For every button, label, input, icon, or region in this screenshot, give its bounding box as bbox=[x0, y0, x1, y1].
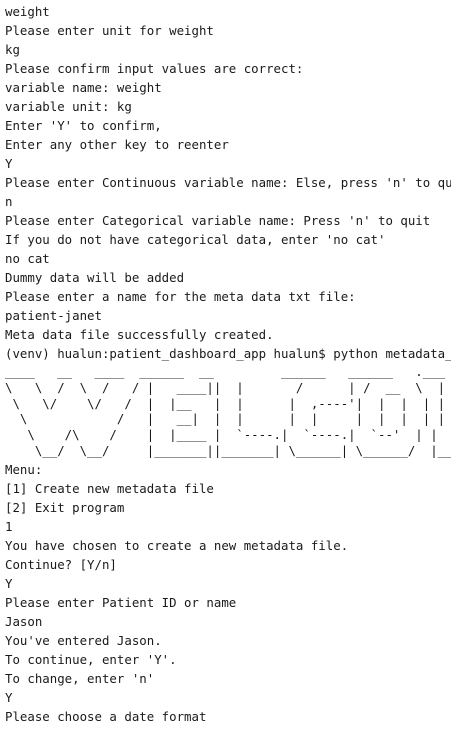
terminal-line: Please confirm input values are correct: bbox=[5, 61, 304, 76]
banner-line: \__/ \__/ |_______||_______| \______| \_… bbox=[34, 442, 451, 458]
terminal-line: If you do not have categorical data, ent… bbox=[5, 232, 386, 247]
terminal-output-after-banner: Menu: [1] Create new metadata file [2] Exi… bbox=[5, 460, 451, 726]
terminal-line: (venv) hualun:patient_dashboard_app hual… bbox=[5, 346, 451, 361]
terminal-output-before-banner: weight Please enter unit for weight kg Plea… bbox=[5, 2, 451, 363]
banner-line: ____ __ ____ ______ __ ______ ______ .__… bbox=[5, 364, 451, 379]
terminal-line: To change, enter 'n' bbox=[5, 670, 155, 686]
terminal-scrollbar[interactable] bbox=[446, 0, 451, 745]
terminal-line: Y bbox=[5, 689, 13, 705]
banner-line: \ \/ \/ / | |__ | | | ,----'| | | | | \ … bbox=[12, 395, 446, 411]
terminal-line: Dummy data will be added bbox=[5, 270, 185, 285]
terminal-line: Y bbox=[5, 156, 13, 171]
terminal-line: Please enter Continuous variable name: E… bbox=[5, 175, 451, 190]
terminal-line: Enter 'Y' to confirm, bbox=[5, 118, 162, 133]
terminal-line: You've entered Jason. bbox=[5, 632, 162, 648]
terminal-line: n bbox=[5, 194, 13, 209]
terminal-line: Continue? [Y/n] bbox=[5, 556, 117, 572]
terminal-line: 1 bbox=[5, 518, 13, 534]
terminal-line: Please enter Categorical variable name: … bbox=[5, 213, 431, 228]
banner-line: \ /\ / | |____ | `----.| `----.| `--' | … bbox=[27, 427, 438, 443]
terminal-line: kg bbox=[5, 42, 20, 57]
terminal-line: no cat bbox=[5, 251, 50, 266]
terminal-line: [1] Create new metadata file bbox=[5, 480, 214, 496]
terminal-line: Please choose a date format bbox=[5, 708, 207, 724]
banner-line: \ \ / \ / / | ____|| | / | / __ \ | \/ | bbox=[5, 379, 446, 395]
terminal-line: [2] Exit program bbox=[5, 499, 125, 515]
terminal-line: Jason bbox=[5, 613, 43, 629]
terminal-line: Please enter Patient ID or name bbox=[5, 594, 237, 610]
terminal-line: weight bbox=[5, 4, 50, 19]
terminal-line: Please enter unit for weight bbox=[5, 23, 214, 38]
terminal-line: patient-janet bbox=[5, 308, 102, 323]
terminal-line: variable unit: kg bbox=[5, 99, 132, 114]
terminal-line: Enter any other key to reenter bbox=[5, 137, 229, 152]
terminal-line: Meta data file successfully created. bbox=[5, 327, 274, 342]
terminal-line: variable name: weight bbox=[5, 80, 162, 95]
terminal-line: Y bbox=[5, 575, 13, 591]
banner-line: \ / | __| | | | | | | | | | |\/| | bbox=[19, 411, 446, 427]
terminal-window[interactable]: weight Please enter unit for weight kg Plea… bbox=[0, 0, 451, 745]
terminal-line: To continue, enter 'Y'. bbox=[5, 651, 177, 667]
welcome-ascii-banner: ____ __ ____ ______ __ ______ ______ .__… bbox=[5, 364, 451, 459]
terminal-line: You have chosen to create a new metadata… bbox=[5, 537, 349, 553]
terminal-line: Please enter a name for the meta data tx… bbox=[5, 289, 356, 304]
terminal-line: Menu: bbox=[5, 461, 43, 477]
